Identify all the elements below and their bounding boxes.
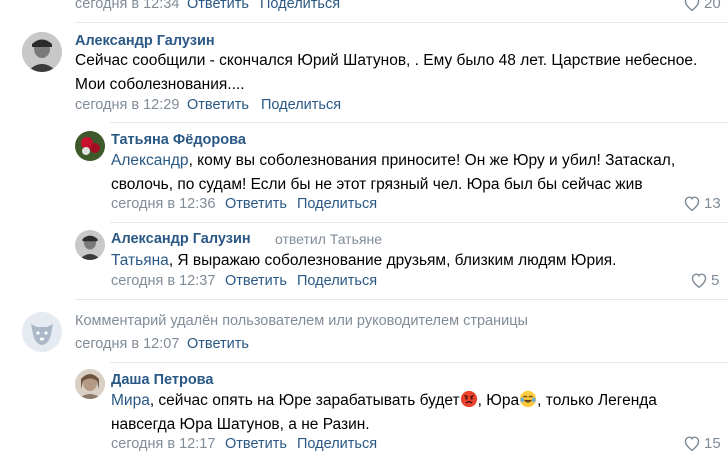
reply-button[interactable]: Ответить xyxy=(225,273,287,289)
mention-link[interactable]: Татьяна xyxy=(111,252,169,269)
like-count: 15 xyxy=(704,435,721,452)
like-count: 20 xyxy=(704,0,721,12)
comment-text: Сейчас сообщили - скончался Юрий Шатунов… xyxy=(75,52,698,93)
reply-button[interactable]: Ответить xyxy=(225,436,287,452)
avatar-photo-icon xyxy=(75,369,105,399)
divider xyxy=(110,362,728,363)
like-count: 13 xyxy=(704,195,721,212)
comment-text: Мира, сейчас опять на Юре зарабатывать б… xyxy=(111,389,723,437)
mention-link[interactable]: Александр xyxy=(111,152,189,169)
avatar-photo-icon xyxy=(75,230,105,260)
like-button[interactable]: 13 xyxy=(683,195,721,212)
heart-icon xyxy=(691,273,707,289)
comment-body: , Юра xyxy=(477,392,520,409)
comment-text: Александр, кому вы соболезнования принос… xyxy=(111,149,723,197)
reply-button[interactable]: Ответить xyxy=(187,0,249,12)
divider xyxy=(110,122,728,123)
heart-icon xyxy=(684,0,700,12)
share-button[interactable]: Поделиться xyxy=(297,273,377,289)
share-button[interactable]: Поделиться xyxy=(261,97,341,113)
tears-of-joy-emoji xyxy=(520,390,537,408)
angry-face-emoji xyxy=(460,390,477,408)
like-button[interactable]: 5 xyxy=(690,272,719,289)
comment-text: Татьяна, Я выражаю соболезнование друзья… xyxy=(111,249,711,273)
avatar[interactable] xyxy=(22,32,62,72)
avatar-roses-icon xyxy=(75,131,105,161)
share-button[interactable]: Поделиться xyxy=(297,196,377,212)
comment-time: сегодня в 12:34 xyxy=(75,0,180,12)
like-button[interactable]: 20 xyxy=(683,0,721,12)
comment-time: сегодня в 12:37 xyxy=(111,273,216,289)
comment-body: , Я выражаю соболезнование друзьям, близ… xyxy=(168,252,617,269)
share-button[interactable]: Поделиться xyxy=(297,436,377,452)
avatar[interactable] xyxy=(75,230,105,260)
comment-body: , кому вы соболезнования приносите! Он ж… xyxy=(111,152,676,193)
avatar[interactable] xyxy=(75,369,105,399)
avatar[interactable] xyxy=(75,131,105,161)
reply-button[interactable]: Ответить xyxy=(187,97,249,113)
comment-time: сегодня в 12:17 xyxy=(111,436,216,452)
divider xyxy=(110,222,728,223)
avatar-photo-icon xyxy=(22,32,62,72)
comment-author[interactable]: Татьяна Фёдорова xyxy=(111,132,246,148)
divider xyxy=(75,299,728,300)
heart-icon xyxy=(684,436,700,452)
comment-time: сегодня в 12:07 xyxy=(75,336,180,352)
share-button[interactable]: Поделиться xyxy=(260,0,340,12)
reply-button[interactable]: Ответить xyxy=(225,196,287,212)
like-button[interactable]: 15 xyxy=(683,435,721,452)
mention-link[interactable]: Мира xyxy=(111,392,150,409)
replied-to-label[interactable]: ответил Татьяне xyxy=(275,231,382,247)
comment-author[interactable]: Александр Галузин xyxy=(75,33,215,49)
comment-author[interactable]: Александр Галузин xyxy=(111,231,251,247)
heart-icon xyxy=(684,196,700,212)
divider xyxy=(75,22,728,23)
comment-time: сегодня в 12:36 xyxy=(111,196,216,212)
comment-time: сегодня в 12:29 xyxy=(75,97,180,113)
comment-body: , сейчас опять на Юре зарабатывать будет xyxy=(149,392,460,409)
deleted-user-dog-icon xyxy=(22,312,62,352)
reply-button[interactable]: Ответить xyxy=(187,336,249,352)
like-count: 5 xyxy=(711,272,720,289)
deleted-comment-text: Комментарий удалён пользователем или рук… xyxy=(75,313,528,329)
comment-author[interactable]: Даша Петрова xyxy=(111,372,213,388)
